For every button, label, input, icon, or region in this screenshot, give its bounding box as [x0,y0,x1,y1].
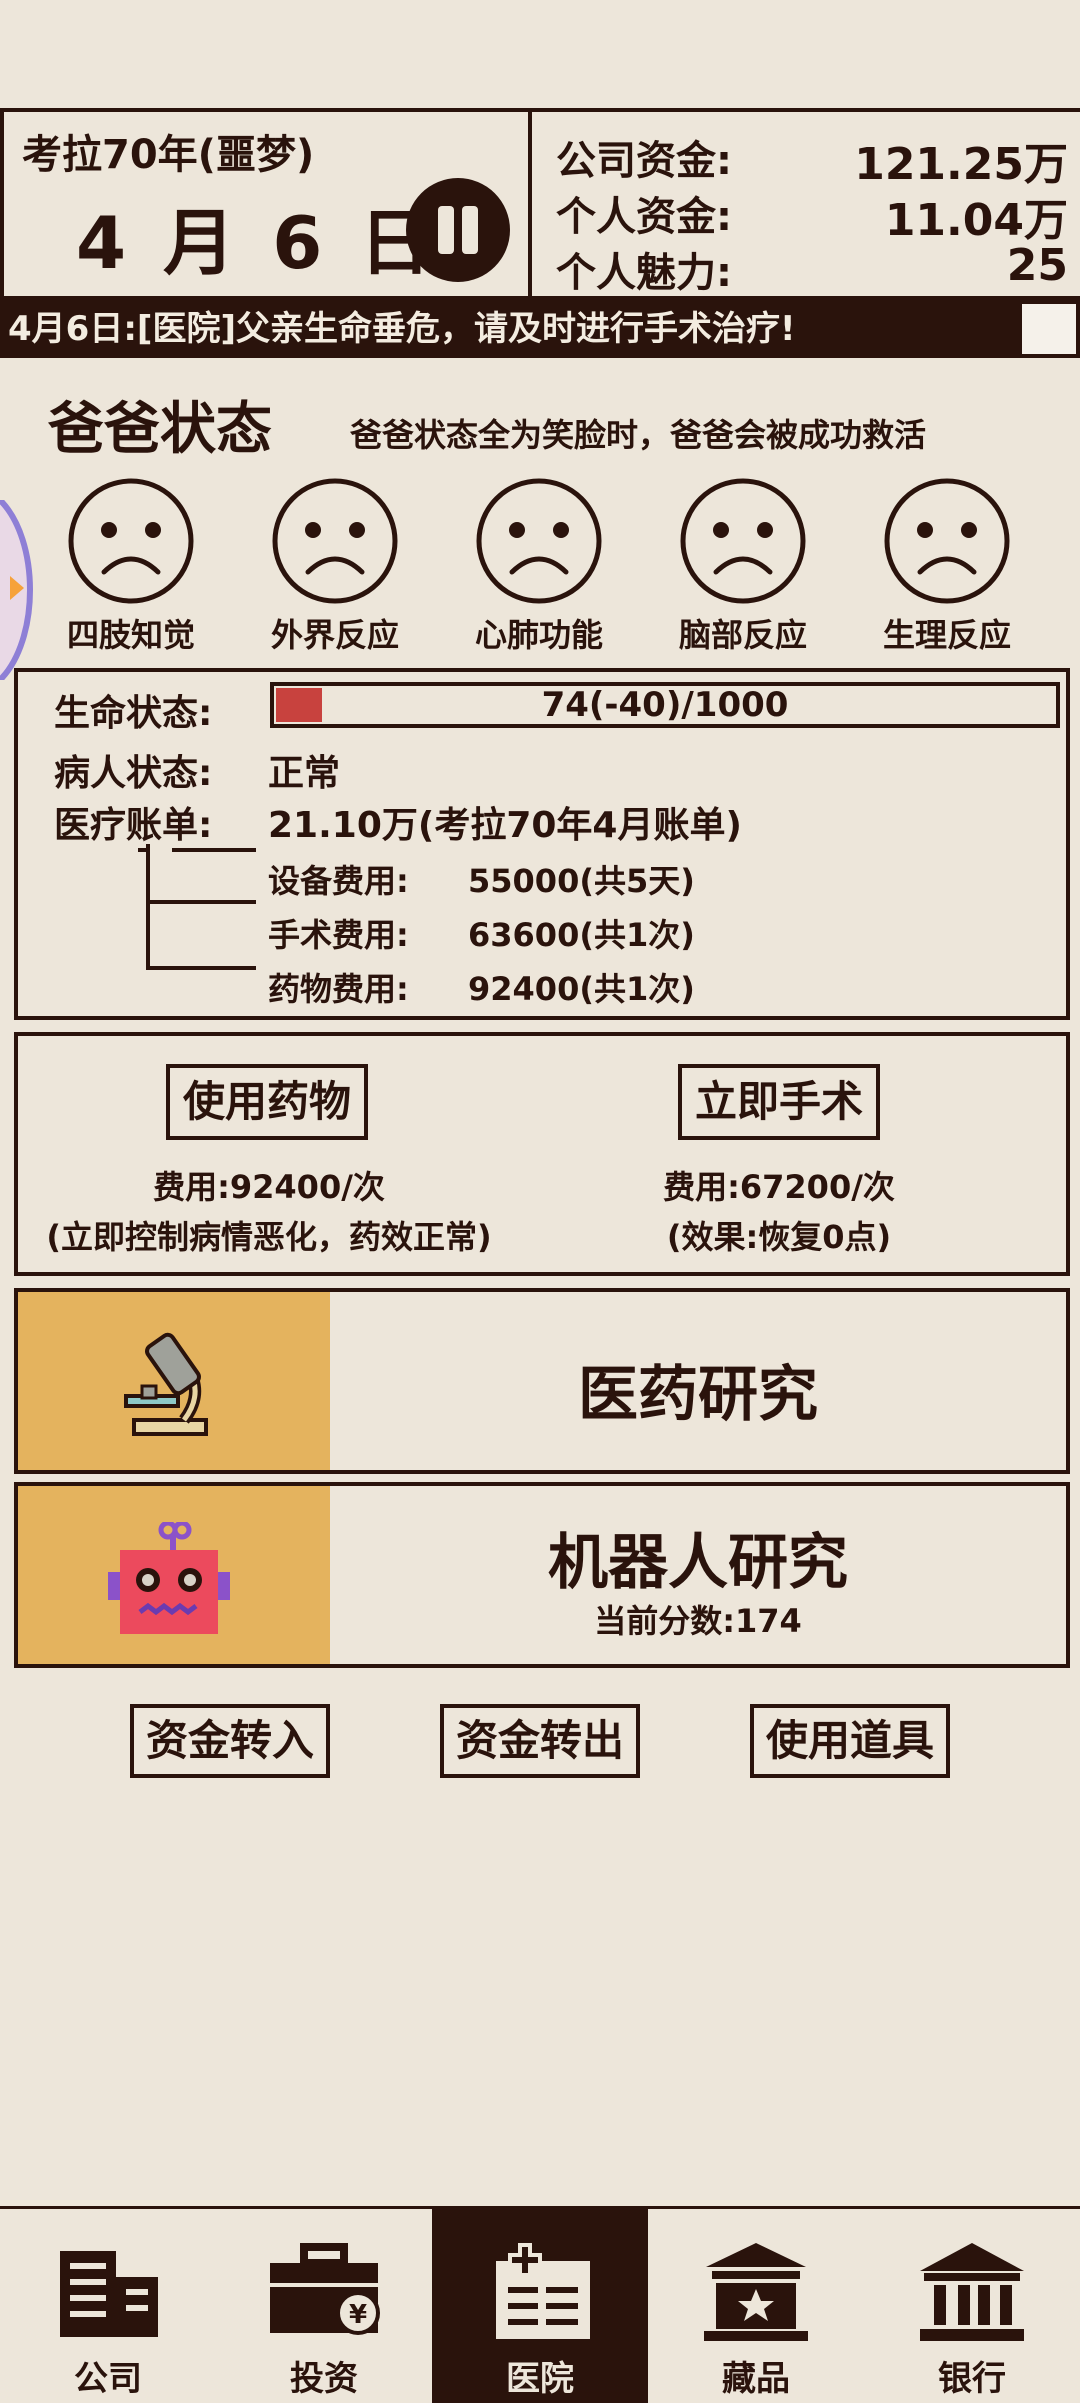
section-title: 爸爸状态 [48,397,272,462]
bill-medicine: 药物费用: 92400(共1次) [268,964,695,1010]
nav-tab-invest[interactable]: ¥ 投资 [216,2209,432,2403]
sad-face-icon [68,478,194,604]
bank-icon [920,2243,1024,2341]
nav-label-invest: 投资 [290,2359,358,2399]
bill-surgery-label: 手术费用: [268,916,409,954]
bill-equipment-amount: 55000(共5天) [468,862,695,900]
bill-label: 医疗账单: [54,805,213,846]
charisma-label: 个人魅力: [556,250,732,296]
robot-icon [108,1522,230,1634]
nav-label-hospital: 医院 [506,2359,574,2399]
section-subtitle: 爸爸状态全为笑脸时，爸爸会被成功救活 [350,416,927,454]
life-bar-text: 74(-40)/1000 [541,685,789,725]
building-icon [60,2251,158,2337]
company-funds-value: 121.25万 [854,139,1068,190]
robot-research-icon-pane [18,1486,330,1664]
nav-label-company: 公司 [74,2359,142,2399]
bill-equipment-label: 设备费用: [268,862,409,900]
nav-tab-company[interactable]: 公司 [0,2209,216,2403]
current-date: 4 月 6 日 [76,201,438,285]
charisma: 个人魅力: 25 [556,240,1068,296]
nav-tab-hospital[interactable]: 医院 [432,2209,648,2403]
sad-face-icon [476,478,602,604]
treatment-actions: 使用药物 费用:92400/次 (立即控制病情恶化，药效正常) 立即手术 费用:… [14,1032,1070,1276]
bottom-nav: 公司 ¥ 投资 医院 藏品 银行 [0,2206,1080,2403]
patient-label: 病人状态: [54,753,213,794]
medicine-cost: 费用:92400/次 [153,1168,385,1206]
pause-icon [438,206,454,254]
patient-status-panel: 生命状态: 74(-40)/1000 病人状态: 正常 医疗账单: 21.10万… [14,668,1070,1020]
medicine-note: (立即控制病情恶化，药效正常) [46,1218,492,1256]
news-ticker[interactable]: 4月6日:[医院]父亲生命垂危，请及时进行手术治疗! [0,300,1022,358]
company-funds-label: 公司资金: [556,138,732,184]
era-label: 考拉70年(噩梦) [22,132,315,178]
transfer-in-button[interactable]: 资金转入 [130,1704,330,1778]
date-panel: 考拉70年(噩梦) 4 月 6 日 [0,108,532,300]
patient-value: 正常 [268,753,341,794]
bill-tree-lines [138,844,256,970]
microscope-icon [124,1332,208,1436]
pause-icon-bar [462,206,478,254]
museum-icon [704,2243,808,2341]
robot-research-score: 当前分数:174 [594,1602,802,1640]
robot-research-title: 机器人研究 [548,1528,848,1598]
life-label: 生命状态: [54,693,213,734]
face-label-external: 外界反应 [270,616,399,654]
face-label-physio: 生理反应 [882,616,1011,654]
nav-tab-bank[interactable]: 银行 [864,2209,1080,2403]
sad-face-icon [272,478,398,604]
surgery-cost: 费用:67200/次 [663,1168,895,1206]
nav-label-bank: 银行 [938,2359,1006,2399]
charisma-value: 25 [1006,240,1068,291]
medical-research-card[interactable]: 医药研究 [14,1288,1070,1474]
bill-value: 21.10万(考拉70年4月账单) [268,805,742,846]
ticker-end-cap [1022,300,1080,358]
medical-research-icon-pane [18,1292,330,1470]
bill-medicine-amount: 92400(共1次) [468,970,695,1008]
surgery-note: (效果:恢复0点) [666,1218,892,1256]
sad-face-icon [680,478,806,604]
face-label-cardio: 心肺功能 [474,616,603,654]
briefcase-icon: ¥ [270,2243,380,2335]
use-medicine-button[interactable]: 使用药物 [166,1064,368,1140]
bill-medicine-label: 药物费用: [268,970,409,1008]
personal-funds-label: 个人资金: [556,194,732,240]
svg-text:¥: ¥ [349,2300,367,2330]
bill-surgery-amount: 63600(共1次) [468,916,695,954]
bill-equipment: 设备费用: 55000(共5天) [268,856,695,902]
hospital-icon [496,2243,590,2339]
face-label-brain: 脑部反应 [678,616,807,654]
surgery-button[interactable]: 立即手术 [678,1064,880,1140]
use-item-button[interactable]: 使用道具 [750,1704,950,1778]
life-bar: 74(-40)/1000 [270,682,1060,728]
medical-research-title: 医药研究 [578,1360,818,1430]
face-label-limbs: 四肢知觉 [66,616,195,654]
personal-funds-value: 11.04万 [884,195,1068,246]
sad-face-icon [884,478,1010,604]
bill-surgery: 手术费用: 63600(共1次) [268,910,695,956]
pause-button[interactable] [406,178,510,282]
robot-research-card[interactable]: 机器人研究 当前分数:174 [14,1482,1070,1668]
transfer-out-button[interactable]: 资金转出 [440,1704,640,1778]
company-funds: 公司资金: 121.25万 [556,128,1068,190]
nav-label-collection: 藏品 [722,2359,790,2399]
personal-funds: 个人资金: 11.04万 [556,184,1068,246]
funds-panel: 公司资金: 121.25万 个人资金: 11.04万 个人魅力: 25 [528,108,1080,300]
nav-tab-collection[interactable]: 藏品 [648,2209,864,2403]
